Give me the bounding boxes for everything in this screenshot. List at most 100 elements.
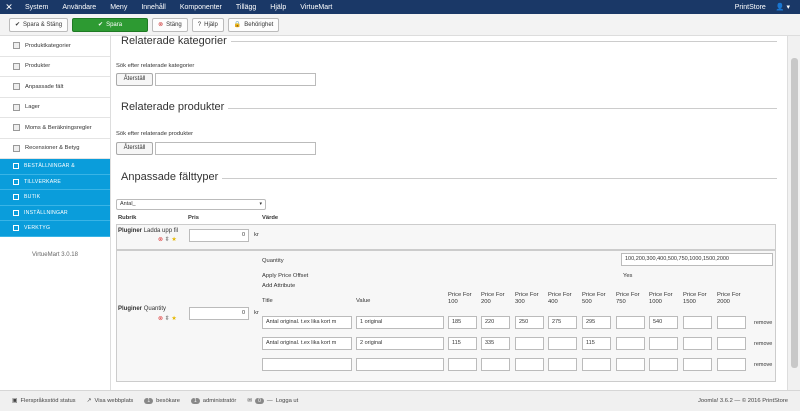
attribute-price-input[interactable]: 275 [548, 316, 577, 329]
attribute-price-input[interactable]: 115 [582, 337, 611, 350]
remove-attribute-link[interactable]: remove [754, 320, 772, 326]
move-icon[interactable]: ⇳ [165, 237, 170, 243]
attribute-price-input[interactable] [548, 337, 577, 350]
sidebar-item-custom-fields[interactable]: Anpassade fält [0, 77, 110, 98]
sidebar-group-settings[interactable]: INSTÄLLNINGAR [0, 205, 110, 221]
attribute-price-input[interactable]: 220 [481, 316, 510, 329]
menu-menus[interactable]: Meny [103, 4, 134, 11]
menu-components[interactable]: Komponenter [173, 4, 229, 11]
reset-categories-button[interactable]: Återställ [116, 73, 153, 86]
related-categories-input[interactable] [155, 73, 316, 86]
main-content: Relaterade kategorier Sök efter relatera… [111, 36, 787, 390]
attribute-price-input[interactable] [683, 316, 712, 329]
price-input[interactable]: 0 [189, 307, 249, 320]
attribute-title-input[interactable]: Antal original. t.ex lika kort m [262, 337, 352, 350]
site-link[interactable]: PrintStore [735, 4, 766, 11]
view-site-link[interactable]: ↗ Visa webbplats [87, 398, 134, 404]
star-icon[interactable]: ★ [171, 237, 176, 243]
attribute-price-input[interactable]: 250 [515, 316, 544, 329]
sidebar-group-orders[interactable]: BESTÄLLNINGAR & [0, 159, 110, 175]
status-bar: ▣ Flerspråksstöd status ↗ Visa webbplats 1… [0, 390, 800, 411]
scrollbar[interactable] [787, 36, 800, 390]
attr-title-header: Title [262, 298, 273, 304]
menu-system[interactable]: System [18, 4, 55, 11]
attribute-price-input[interactable] [616, 358, 645, 371]
attribute-title-input[interactable] [262, 358, 352, 371]
scrollbar-thumb[interactable] [791, 58, 798, 368]
apply-offset-value[interactable]: Yes [623, 273, 632, 279]
attribute-price-input[interactable] [683, 358, 712, 371]
attribute-price-input[interactable] [582, 358, 611, 371]
currency-label: kr [254, 310, 259, 316]
star-icon[interactable]: ★ [171, 316, 176, 322]
attribute-price-input[interactable]: 335 [481, 337, 510, 350]
attribute-price-input[interactable]: 295 [582, 316, 611, 329]
sidebar-item-inventory[interactable]: Lager [0, 98, 110, 118]
price-column-header: Price For 500 [582, 292, 606, 305]
attribute-price-input[interactable] [649, 337, 678, 350]
save-button[interactable]: ✔ Spara [72, 17, 149, 32]
settings-icon [13, 209, 19, 216]
attribute-price-input[interactable] [481, 358, 510, 371]
sidebar-item-reviews[interactable]: Recensioner & Betyg [0, 139, 110, 159]
add-attribute-link[interactable]: Add Attribute [262, 283, 295, 289]
attribute-price-input[interactable] [515, 358, 544, 371]
calculator-icon [13, 124, 20, 132]
attribute-value-input[interactable] [356, 358, 444, 371]
logout-link[interactable]: ✉ 0 — Logga ut [247, 398, 298, 404]
remove-icon[interactable]: ⊗ [158, 316, 163, 322]
attribute-price-input[interactable] [515, 337, 544, 350]
multilang-status[interactable]: ▣ Flerspråksstöd status [12, 398, 76, 404]
message-icon: ✉ [247, 398, 253, 404]
move-icon[interactable]: ⇳ [165, 316, 170, 322]
menu-users[interactable]: Användare [55, 4, 103, 11]
currency-label: kr [254, 232, 259, 238]
price-input[interactable]: 0 [189, 229, 249, 242]
close-button[interactable]: ⊗ Stäng [152, 17, 188, 32]
sidebar-item-categories[interactable]: Produktkategorier [0, 36, 110, 57]
attribute-price-input[interactable]: 115 [448, 337, 477, 350]
remove-attribute-link[interactable]: remove [754, 362, 772, 368]
menu-virtuemart[interactable]: VirtueMart [293, 4, 339, 11]
attribute-price-input[interactable]: 540 [649, 316, 678, 329]
attribute-price-input[interactable] [683, 337, 712, 350]
sidebar-item-products[interactable]: Produkter [0, 57, 110, 77]
attribute-price-input[interactable] [448, 358, 477, 371]
attribute-price-input[interactable] [616, 316, 645, 329]
permissions-button[interactable]: 🔒 Behörighet [227, 17, 280, 32]
remove-icon[interactable]: ⊗ [158, 237, 163, 243]
related-products-input[interactable] [155, 142, 316, 155]
help-button[interactable]: ? Hjälp [191, 17, 224, 32]
attribute-price-input[interactable] [717, 358, 746, 371]
sidebar-group-tools[interactable]: VERKTYG [0, 221, 110, 237]
sidebar-group-shop[interactable]: BUTIK [0, 190, 110, 206]
attribute-value-input[interactable]: 2 original [356, 337, 444, 350]
user-menu-icon[interactable]: 👤 ▾ [776, 3, 790, 11]
attribute-title-input[interactable]: Antal original. t.ex lika kort m [262, 316, 352, 329]
attribute-price-input[interactable] [548, 358, 577, 371]
attribute-price-input[interactable] [616, 337, 645, 350]
attribute-price-input[interactable]: 185 [448, 316, 477, 329]
menu-extensions[interactable]: Tillägg [229, 4, 263, 11]
attribute-price-input[interactable] [717, 316, 746, 329]
related-products-title: Relaterade produkter [121, 101, 229, 113]
plugin-label: Pluginer Ladda upp fil [118, 228, 179, 234]
main-menu: System Användare Meny Innehåll Komponent… [18, 4, 339, 11]
top-navbar: ✕ System Användare Meny Innehåll Kompone… [0, 0, 800, 14]
price-column-header: Price For 400 [548, 292, 572, 305]
attribute-price-input[interactable] [717, 337, 746, 350]
remove-attribute-link[interactable]: remove [754, 341, 772, 347]
attribute-value-input[interactable]: 1 original [356, 316, 444, 329]
sidebar-group-manufacturers[interactable]: TILLVERKARE [0, 174, 110, 190]
attribute-price-input[interactable] [649, 358, 678, 371]
attr-value-header: Value [356, 298, 371, 304]
quantity-values-input[interactable]: 100,200,300,400,500,750,1000,1500,2000 [621, 253, 773, 266]
save-close-button[interactable]: ✔ Spara & Stäng [9, 17, 69, 32]
sidebar-item-tax-rules[interactable]: Moms & Beräkningsregler [0, 118, 110, 139]
menu-help[interactable]: Hjälp [263, 4, 293, 11]
menu-content[interactable]: Innehåll [134, 4, 173, 11]
joomla-logo-icon[interactable]: ✕ [0, 2, 18, 13]
reset-products-button[interactable]: Återställ [116, 142, 153, 155]
apply-offset-label: Apply Price Offset [262, 273, 309, 279]
custom-field-select[interactable]: Antal_ ▾ [116, 199, 266, 210]
